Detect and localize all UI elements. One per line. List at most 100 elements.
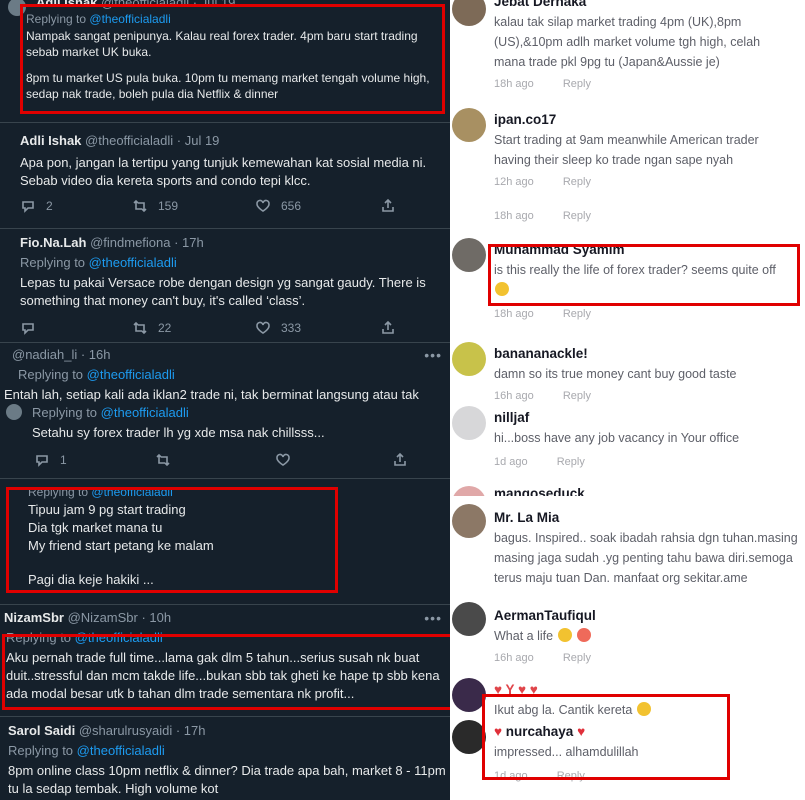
reply-button[interactable]: 2 — [20, 198, 53, 214]
comment-text: damn so its true money cant buy good tas… — [494, 367, 737, 381]
avatar[interactable] — [452, 504, 486, 538]
comment-username[interactable]: AermanTaufiqul — [494, 606, 596, 626]
reply-link[interactable]: Reply — [557, 456, 585, 468]
avatar[interactable] — [452, 678, 486, 712]
author-handle[interactable]: @nadiah_li · 16h — [12, 347, 110, 362]
share-button[interactable] — [380, 198, 396, 214]
reply-link[interactable]: Reply — [563, 390, 591, 402]
heart-icon — [256, 321, 270, 334]
avatar[interactable] — [452, 602, 486, 636]
retweet-button[interactable]: 22 — [132, 320, 171, 336]
like-button[interactable]: 656 — [255, 198, 301, 214]
reply-link[interactable]: Reply — [563, 652, 591, 664]
reply-button[interactable]: 1 — [34, 452, 67, 468]
avatar[interactable] — [452, 342, 486, 376]
comment-text: kalau tak silap market trading 4pm (UK),… — [494, 15, 761, 69]
tweet-text: Apa pon, jangan la tertipu yang tunjuk k… — [20, 155, 427, 188]
reply-link[interactable]: Reply — [563, 308, 591, 320]
reply-link[interactable]: Reply — [563, 78, 591, 90]
author-name[interactable]: Fio.Na.Lah — [20, 235, 86, 250]
more-options-icon[interactable]: ••• — [424, 346, 442, 364]
emoji-icon — [577, 628, 592, 642]
comment-username[interactable]: mangoseduck — [494, 484, 585, 496]
comment-meta: 16h ago Reply — [494, 390, 591, 402]
comment-meta: 1d ago Reply — [494, 456, 585, 468]
comment-username[interactable]: banananackle! — [494, 344, 588, 364]
replying-to: Replying to @theofficialadli — [8, 743, 165, 758]
divider — [0, 478, 450, 479]
retweet-icon — [133, 199, 147, 213]
retweet-button[interactable]: 159 — [132, 198, 178, 214]
replying-to: Replying to @theofficialadli — [32, 405, 189, 420]
author-name[interactable]: Sarol Saidi — [8, 723, 75, 738]
avatar[interactable] — [452, 406, 486, 440]
retweet-button[interactable] — [155, 452, 171, 468]
avatar[interactable] — [452, 0, 486, 26]
highlight-box — [6, 487, 338, 593]
reply-icon — [22, 201, 34, 213]
reply-icon — [22, 323, 34, 335]
comment-meta: 16h ago Reply — [494, 652, 591, 664]
highlight-box — [20, 4, 445, 114]
tweet-actions: 22 333 — [0, 320, 450, 340]
comment-text: What a life — [494, 626, 794, 646]
divider — [0, 228, 450, 229]
comment-username[interactable]: nilljaf — [494, 408, 529, 428]
retweet-icon — [156, 453, 170, 467]
replying-to-link[interactable]: @theofficialadli — [87, 367, 175, 382]
retweet-icon — [133, 321, 147, 335]
highlight-box — [488, 244, 800, 306]
heart-icon — [276, 453, 290, 466]
reply-button[interactable] — [20, 320, 36, 336]
share-button[interactable] — [392, 452, 408, 468]
reply-link[interactable]: Reply — [563, 210, 591, 222]
author-handle[interactable]: @NizamSbr · 10h — [68, 610, 172, 625]
tweet-actions: 2 159 656 — [0, 198, 450, 218]
heart-icon — [256, 199, 270, 212]
divider — [0, 604, 450, 605]
replying-to-link[interactable]: @theofficialadli — [101, 405, 189, 420]
comment-meta: 18h ago Reply — [494, 308, 591, 320]
replying-to-link[interactable]: @theofficialadli — [89, 255, 177, 270]
divider — [0, 122, 450, 123]
author-handle[interactable]: @sharulrusyaidi · 17h — [79, 723, 206, 738]
author-handle[interactable]: @theofficialadli · Jul 19 — [85, 133, 219, 148]
avatar[interactable] — [452, 238, 486, 272]
avatar[interactable] — [452, 720, 486, 754]
replying-to-link[interactable]: @theofficialadli — [77, 743, 165, 758]
comment-text: bagus. Inspired.. soak ibadah rahsia dgn… — [494, 531, 798, 585]
reply-link[interactable]: Reply — [563, 176, 591, 188]
avatar[interactable] — [6, 404, 22, 420]
share-icon — [382, 198, 394, 212]
comment-username[interactable]: ipan.co17 — [494, 110, 556, 130]
replying-to: Replying to @theofficialadli — [20, 255, 177, 270]
comment-username[interactable]: Jebat Derhaka — [494, 0, 586, 12]
avatar[interactable] — [452, 486, 486, 496]
share-button[interactable] — [380, 320, 396, 336]
like-button[interactable] — [275, 452, 291, 468]
more-options-icon[interactable]: ••• — [424, 609, 442, 627]
comment-username[interactable]: Mr. La Mia — [494, 508, 559, 528]
comment-meta: 12h ago Reply — [494, 176, 591, 188]
comment-meta: 18h ago Reply — [494, 210, 591, 222]
divider — [0, 716, 450, 717]
comment-meta: 18h ago Reply — [494, 78, 591, 90]
tweet-text: Setahu sy forex trader lh yg xde msa nak… — [32, 425, 325, 440]
twitter-replies-panel: Adli Ishak @theofficialadli · Jul 19 Rep… — [0, 0, 450, 800]
share-icon — [394, 452, 406, 466]
author-name[interactable]: Adli Ishak — [20, 133, 81, 148]
share-icon — [382, 320, 394, 334]
divider — [0, 342, 450, 343]
comment-text: hi...boss have any job vacancy in Your o… — [494, 431, 740, 445]
comment-text: Start trading at 9am meanwhile American … — [494, 133, 759, 167]
highlight-box — [482, 694, 730, 780]
avatar[interactable] — [452, 108, 486, 142]
like-button[interactable]: 333 — [255, 320, 301, 336]
tweet-actions: 1 — [0, 452, 450, 472]
author-name[interactable]: NizamSbr — [4, 610, 64, 625]
tweet-text: Entah lah, setiap kali ada iklan2 trade … — [4, 387, 419, 402]
author-handle[interactable]: @findmefiona · 17h — [90, 235, 204, 250]
comment-item[interactable]: mangoseduck — [450, 482, 805, 496]
tweet-text: 8pm online class 10pm netflix & dinner? … — [8, 763, 446, 796]
tiktok-comments-panel: Jebat Derhaka kalau tak silap market tra… — [450, 0, 805, 800]
